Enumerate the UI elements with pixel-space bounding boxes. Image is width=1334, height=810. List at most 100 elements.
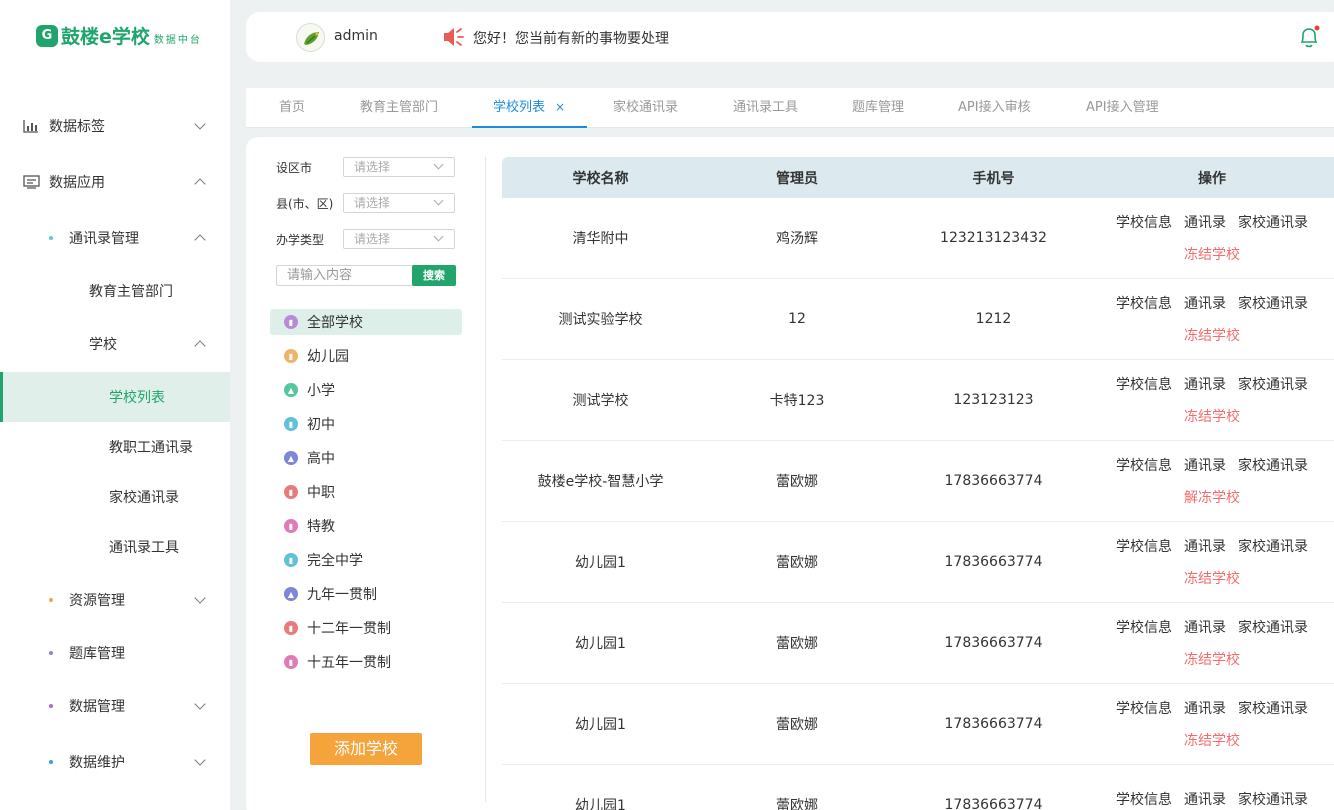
tab-label: 教育主管部门 (360, 100, 439, 115)
school-type-select[interactable]: 请选择 (343, 229, 455, 249)
contacts-link[interactable]: 通讯录 (1184, 293, 1226, 313)
contacts-link[interactable]: 通讯录 (1184, 698, 1226, 718)
category-primary[interactable]: ▲ 小学 (270, 377, 462, 403)
sidebar-item-data-apps[interactable]: 数据应用 (0, 157, 230, 207)
school-info-link[interactable]: 学校信息 (1116, 617, 1172, 637)
search-input[interactable]: 请输入内容 (276, 265, 413, 286)
sidebar-item-staff-contacts[interactable]: 教职工通讯录 (0, 422, 230, 472)
freeze-school-link[interactable]: 冻结学校 (1184, 325, 1240, 345)
contacts-link[interactable]: 通讯录 (1184, 536, 1226, 556)
sidebar-item-resource-management[interactable]: 资源管理 (0, 575, 230, 625)
category-special-education[interactable]: ▮ 特教 (270, 513, 462, 539)
close-icon[interactable]: × (555, 100, 565, 114)
category-vocational[interactable]: ▮ 中职 (270, 479, 462, 505)
speaker-icon (442, 25, 464, 53)
tab-home[interactable]: 首页 (279, 88, 305, 128)
home-school-contacts-link[interactable]: 家校通讯录 (1238, 455, 1308, 475)
tab-api-management[interactable]: API接入管理 (1086, 88, 1159, 128)
category-complete-secondary[interactable]: ▮ 完全中学 (270, 547, 462, 573)
city-select[interactable]: 请选择 (343, 157, 455, 177)
school-type-filter-label: 办学类型 (276, 232, 325, 247)
category-label: 高中 (307, 451, 335, 467)
row-actions: 学校信息 通讯录 家校通讯录 冻结学校 (1092, 374, 1332, 426)
home-school-contacts-link[interactable]: 家校通讯录 (1238, 212, 1308, 232)
tab-home-school-contacts[interactable]: 家校通讯录 (613, 88, 678, 128)
tab-school-list[interactable]: 学校列表 × (472, 88, 587, 128)
sidebar-item-contacts-tools[interactable]: 通讯录工具 (0, 522, 230, 572)
school-info-link[interactable]: 学校信息 (1116, 455, 1172, 475)
row-actions: 学校信息 通讯录 家校通讯录 冻结学校 (1092, 698, 1332, 750)
school-info-link[interactable]: 学校信息 (1116, 698, 1172, 718)
sidebar-item-home-school-contacts[interactable]: 家校通讯录 (0, 472, 230, 522)
chevron-down-icon (433, 159, 444, 170)
divider (485, 157, 486, 802)
category-all-schools[interactable]: ▮ 全部学校 (270, 309, 462, 335)
sidebar-item-question-bank[interactable]: 题库管理 (0, 628, 230, 678)
graduation-cap-icon: ▲ (284, 587, 298, 601)
school-info-link[interactable]: 学校信息 (1116, 212, 1172, 232)
freeze-school-link[interactable]: 冻结学校 (1184, 244, 1240, 264)
category-label: 完全中学 (307, 553, 363, 569)
school-info-link[interactable]: 学校信息 (1116, 293, 1172, 313)
school-table: 学校名称 管理员 手机号 操作 清华附中 鸡汤辉 123213123432 学校… (502, 157, 1334, 810)
tab-contacts-tools[interactable]: 通讯录工具 (733, 88, 798, 128)
sidebar-item-school[interactable]: 学校 (0, 319, 230, 369)
tab-question-bank[interactable]: 题库管理 (852, 88, 904, 128)
home-school-contacts-link[interactable]: 家校通讯录 (1238, 617, 1308, 637)
contacts-link[interactable]: 通讯录 (1184, 455, 1226, 475)
phone-number: 123123123 (953, 392, 1034, 408)
home-school-contacts-link[interactable]: 家校通讯录 (1238, 293, 1308, 313)
sidebar-item-data-maintenance[interactable]: 数据维护 (0, 737, 230, 787)
category-nine-year[interactable]: ▲ 九年一贯制 (270, 581, 462, 607)
freeze-school-link[interactable]: 冻结学校 (1184, 730, 1240, 750)
category-kindergarten[interactable]: ▮ 幼儿园 (270, 343, 462, 369)
home-school-contacts-link[interactable]: 家校通讯录 (1238, 698, 1308, 718)
category-label: 全部学校 (307, 315, 363, 331)
home-school-contacts-link[interactable]: 家校通讯录 (1238, 789, 1308, 809)
sidebar-item-data-tags[interactable]: 数据标签 (0, 101, 230, 151)
bell-icon[interactable] (1298, 25, 1320, 53)
school-info-link[interactable]: 学校信息 (1116, 789, 1172, 809)
category-twelve-year[interactable]: ▮ 十二年一贯制 (270, 615, 462, 641)
category-fifteen-year[interactable]: ▮ 十五年一贯制 (270, 649, 462, 675)
school-name: 鼓楼e学校-智慧小学 (537, 474, 664, 490)
unfreeze-school-link[interactable]: 解冻学校 (1184, 487, 1240, 507)
avatar[interactable] (296, 23, 325, 52)
sidebar-item-contacts-management[interactable]: 通讯录管理 (0, 213, 230, 263)
contacts-link[interactable]: 通讯录 (1184, 617, 1226, 637)
contacts-link[interactable]: 通讯录 (1184, 374, 1226, 394)
logo: G 鼓楼e学校 数据中台 (36, 22, 202, 49)
home-school-contacts-link[interactable]: 家校通讯录 (1238, 374, 1308, 394)
sidebar-item-data-management[interactable]: 数据管理 (0, 681, 230, 731)
tab-education-department[interactable]: 教育主管部门 (360, 88, 438, 128)
add-school-button[interactable]: 添加学校 (310, 733, 422, 765)
school-info-link[interactable]: 学校信息 (1116, 374, 1172, 394)
user-name[interactable]: admin (334, 28, 378, 44)
home-school-contacts-link[interactable]: 家校通讯录 (1238, 536, 1308, 556)
category-senior-high[interactable]: ▲ 高中 (270, 445, 462, 471)
contacts-link[interactable]: 通讯录 (1184, 212, 1226, 232)
logo-subtitle: 数据中台 (153, 35, 202, 46)
top-header: admin 您好！您当前有新的事物要处理 (246, 12, 1334, 62)
select-placeholder: 请选择 (354, 196, 391, 210)
table-row: 幼儿园1 蕾欧娜 17836663774 学校信息 通讯录 家校通讯录 冻结学校 (502, 522, 1334, 603)
main-panel: 设区市 请选择 县(市、区) 请选择 办学类型 请选择 请输入内容 搜索 ▮ 全… (246, 137, 1334, 810)
contacts-link[interactable]: 通讯录 (1184, 789, 1226, 809)
kindergarten-icon: ▮ (284, 349, 298, 363)
freeze-school-link[interactable]: 冻结学校 (1184, 406, 1240, 426)
bullet-dot-icon (49, 651, 53, 655)
category-junior-high[interactable]: ▮ 初中 (270, 411, 462, 437)
freeze-school-link[interactable]: 冻结学校 (1184, 568, 1240, 588)
chevron-down-icon (194, 697, 206, 710)
tab-api-review[interactable]: API接入审核 (958, 88, 1031, 128)
row-actions: 学校信息 通讯录 家校通讯录 (1092, 789, 1332, 810)
admin-name: 鸡汤辉 (776, 231, 818, 247)
sidebar-item-school-list[interactable]: 学校列表 (0, 372, 230, 422)
school-info-link[interactable]: 学校信息 (1116, 536, 1172, 556)
county-select[interactable]: 请选择 (343, 193, 455, 213)
sidebar-item-education-department[interactable]: 教育主管部门 (0, 266, 230, 316)
freeze-school-link[interactable]: 冻结学校 (1184, 649, 1240, 669)
search-button[interactable]: 搜索 (412, 265, 456, 286)
city-filter-label: 设区市 (276, 160, 313, 175)
sidebar-item-label: 学校列表 (109, 390, 165, 406)
